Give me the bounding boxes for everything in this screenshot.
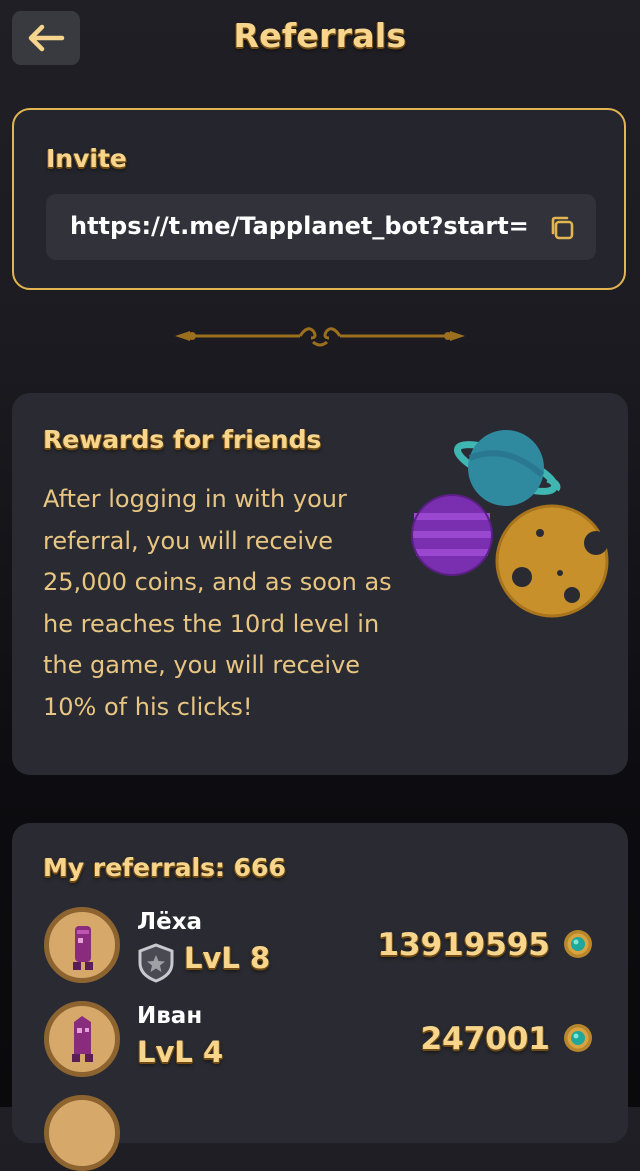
avatar xyxy=(44,907,120,983)
referral-score: 247001 xyxy=(420,1021,550,1057)
invite-link-field[interactable]: https://t.me/Tapplanet_bot?start= xyxy=(46,194,596,260)
coin-icon xyxy=(564,1024,592,1052)
referral-row[interactable]: Иван LvL 4 247001 xyxy=(12,1001,628,1091)
shield-icon xyxy=(138,943,174,983)
rewards-title: Rewards for friends xyxy=(43,425,322,454)
ornament-divider xyxy=(175,327,465,347)
invite-label: Invite xyxy=(46,144,127,173)
coin-icon xyxy=(564,930,592,958)
rewards-description: After logging in with your referral, you… xyxy=(43,485,392,721)
invite-link-text[interactable]: https://t.me/Tapplanet_bot?start= xyxy=(70,212,528,244)
copy-icon[interactable] xyxy=(548,214,576,242)
avatar xyxy=(44,1095,120,1171)
referrals-count-title: My referrals: 666 xyxy=(43,853,286,882)
referral-level: LvL 8 xyxy=(184,941,271,975)
rewards-card: Rewards for friends After logging in wit… xyxy=(12,393,628,775)
referral-row[interactable]: Лёха LvL 8 13919595 xyxy=(12,907,628,997)
referral-name: Иван xyxy=(137,1003,203,1029)
referral-level: LvL 4 xyxy=(137,1035,224,1069)
planets-illustration xyxy=(411,430,609,618)
avatar xyxy=(44,1001,120,1077)
my-referrals-card: My referrals: 666 Лёха LvL 8 13919595 Ив… xyxy=(12,823,628,1171)
invite-card: Invite https://t.me/Tapplanet_bot?start= xyxy=(12,108,626,290)
page-title: Referrals xyxy=(233,16,407,55)
referral-score: 13919595 xyxy=(377,927,550,963)
referral-name: Лёха xyxy=(137,909,203,935)
